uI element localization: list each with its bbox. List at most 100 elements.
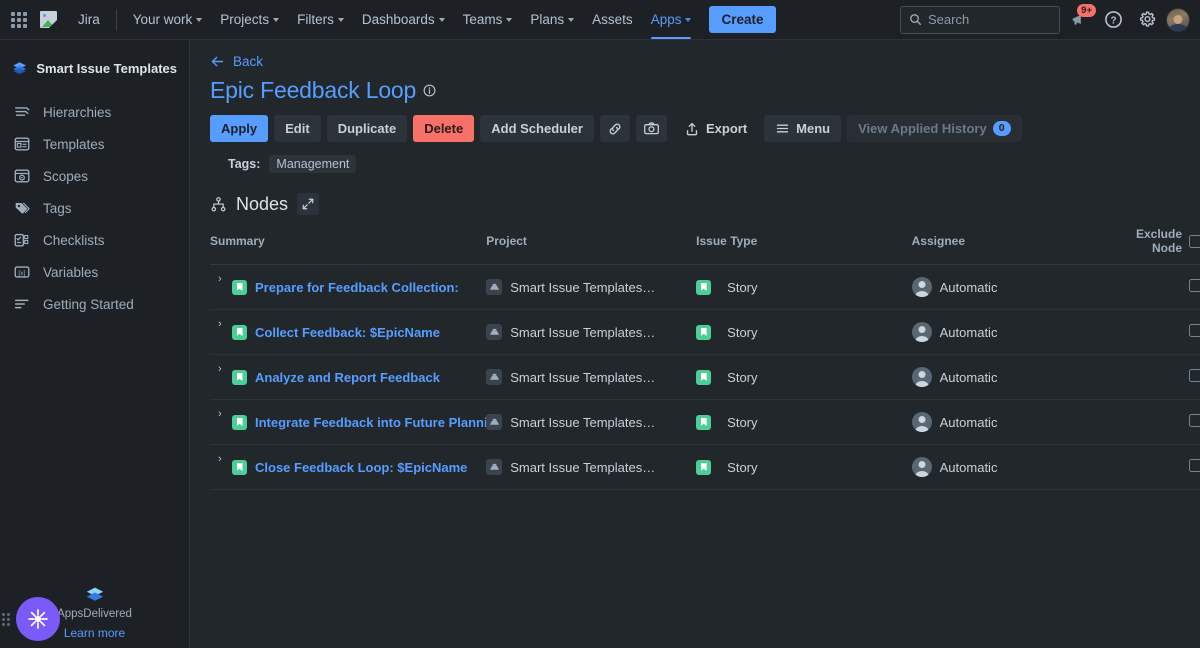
assistant-fab-button[interactable] [16, 597, 60, 641]
tag-chip[interactable]: Management [269, 155, 357, 173]
issue-type-name: Story [727, 414, 758, 430]
project-icon [486, 324, 503, 340]
sidebar-item-checklists[interactable]: Checklists [0, 224, 189, 256]
cell-project: Smart Issue Templates… [486, 444, 697, 490]
export-label: Export [705, 121, 748, 136]
project-name: Smart Issue Templates… [510, 414, 656, 430]
summary-link[interactable]: Prepare for Feedback Collection: [255, 280, 459, 295]
sidebar-app-title: Smart Issue Templates [36, 60, 177, 76]
summary-link[interactable]: Integrate Feedback into Future Planning [255, 415, 486, 430]
apply-button[interactable]: Apply [210, 115, 269, 142]
nav-item-plans[interactable]: Plans [522, 0, 582, 39]
user-avatar[interactable] [1166, 7, 1190, 32]
share-upload-icon [686, 122, 698, 135]
row-expand-chevron-icon[interactable]: › [218, 362, 232, 375]
info-circle-icon[interactable] [423, 84, 436, 97]
table-header-row: Summary Project Issue Type Assignee Excl… [210, 227, 1200, 265]
nav-item-assets[interactable]: Assets [584, 0, 641, 39]
user-avatar-icon [911, 367, 932, 387]
summary-link[interactable]: Analyze and Report Feedback [255, 370, 440, 385]
settings-button[interactable] [1132, 5, 1162, 35]
exclude-node-checkbox[interactable] [1189, 369, 1200, 382]
assignee-name: Automatic [939, 459, 998, 475]
cell-summary: › Prepare for Feedback Collection: [210, 264, 487, 310]
page-title-row: Epic Feedback Loop [210, 77, 1200, 104]
column-header-issue-type[interactable]: Issue Type [696, 227, 912, 265]
summary-link[interactable]: Close Feedback Loop: $EpicName [255, 460, 467, 475]
table-row[interactable]: › Close Feedback Loop: $EpicName Smart I… [210, 444, 1200, 490]
cell-assignee: Automatic [911, 264, 1111, 310]
exclude-node-checkbox[interactable] [1189, 459, 1200, 472]
exclude-node-checkbox[interactable] [1189, 414, 1200, 427]
notifications-button[interactable]: 9+ [1064, 3, 1096, 35]
column-header-project[interactable]: Project [486, 227, 697, 265]
help-button[interactable]: ? [1098, 5, 1128, 35]
view-applied-history-button[interactable]: View Applied History 0 [847, 115, 1022, 142]
sidebar-app-header[interactable]: Smart Issue Templates [0, 54, 189, 78]
nav-item-your-work[interactable]: Your work [125, 0, 211, 39]
exclude-all-checkbox[interactable] [1189, 234, 1200, 248]
row-expand-chevron-icon[interactable]: › [218, 272, 232, 285]
duplicate-button[interactable]: Duplicate [326, 115, 408, 142]
search-input[interactable] [928, 12, 1051, 27]
exclude-node-checkbox[interactable] [1189, 324, 1200, 337]
back-button[interactable]: Back [210, 54, 1200, 69]
cell-summary: › Integrate Feedback into Future Plannin… [210, 399, 487, 445]
cell-assignee: Automatic [911, 399, 1111, 445]
column-header-assignee[interactable]: Assignee [911, 227, 1111, 265]
table-row[interactable]: › Analyze and Report Feedback Smart Issu… [210, 354, 1200, 400]
cell-issue-type: Story [696, 444, 912, 490]
export-button[interactable]: Export [673, 115, 758, 142]
layers-icon [13, 62, 27, 75]
story-icon [232, 279, 247, 295]
gear-icon [1139, 11, 1155, 27]
jira-logo-icon[interactable] [36, 8, 60, 32]
row-expand-chevron-icon[interactable]: › [218, 407, 232, 420]
column-header-summary[interactable]: Summary [210, 227, 487, 265]
copy-link-button[interactable] [599, 115, 630, 142]
notification-count-badge: 9+ [1077, 3, 1096, 17]
nav-item-apps[interactable]: Apps [643, 0, 700, 39]
sidebar-item-hierarchies[interactable]: Hierarchies [0, 96, 189, 128]
hierarchy-icon [12, 102, 32, 122]
app-switcher-icon[interactable] [8, 9, 30, 31]
summary-link[interactable]: Collect Feedback: $EpicName [255, 325, 440, 340]
table-row[interactable]: › Integrate Feedback into Future Plannin… [210, 399, 1200, 445]
table-row[interactable]: › Collect Feedback: $EpicName Smart Issu… [210, 309, 1200, 355]
screenshot-button[interactable] [635, 115, 667, 142]
nav-item-teams[interactable]: Teams [455, 0, 521, 39]
project-name: Smart Issue Templates… [510, 459, 656, 475]
delete-button[interactable]: Delete [413, 115, 475, 142]
row-expand-chevron-icon[interactable]: › [218, 452, 232, 465]
nav-item-label: Plans [530, 12, 565, 27]
tags-row: Tags: Management [210, 155, 1200, 173]
nav-item-filters[interactable]: Filters [289, 0, 352, 39]
exclude-node-checkbox[interactable] [1189, 279, 1200, 292]
nav-item-projects[interactable]: Projects [212, 0, 287, 39]
add-scheduler-button[interactable]: Add Scheduler [480, 115, 594, 142]
sidebar-item-tags[interactable]: Tags [0, 192, 189, 224]
nav-item-dashboards[interactable]: Dashboards [354, 0, 453, 39]
row-expand-chevron-icon[interactable]: › [218, 317, 232, 330]
sidebar-item-variables[interactable]: [x] Variables [0, 256, 189, 288]
menu-button[interactable]: Menu [764, 115, 842, 142]
cell-exclude-node [1110, 309, 1200, 355]
user-avatar-icon [911, 277, 932, 297]
create-button[interactable]: Create [709, 6, 776, 33]
product-name-jira[interactable]: Jira [72, 8, 106, 31]
drag-handle[interactable] [2, 613, 10, 626]
sidebar-item-scopes[interactable]: Scopes [0, 160, 189, 192]
edit-button[interactable]: Edit [274, 115, 321, 142]
search-box[interactable] [900, 5, 1060, 34]
story-icon [696, 369, 712, 385]
sidebar-item-getting-started[interactable]: Getting Started [0, 288, 189, 320]
search-icon [910, 14, 922, 26]
sidebar-item-templates[interactable]: Templates [0, 128, 189, 160]
issue-type-name: Story [727, 459, 758, 475]
table-row[interactable]: › Prepare for Feedback Collection: Smart… [210, 264, 1200, 310]
learn-more-link[interactable]: Learn more [64, 626, 125, 640]
cell-exclude-node [1110, 354, 1200, 400]
camera-icon [644, 122, 659, 135]
user-avatar-icon [911, 322, 932, 342]
expand-nodes-button[interactable] [297, 193, 320, 215]
